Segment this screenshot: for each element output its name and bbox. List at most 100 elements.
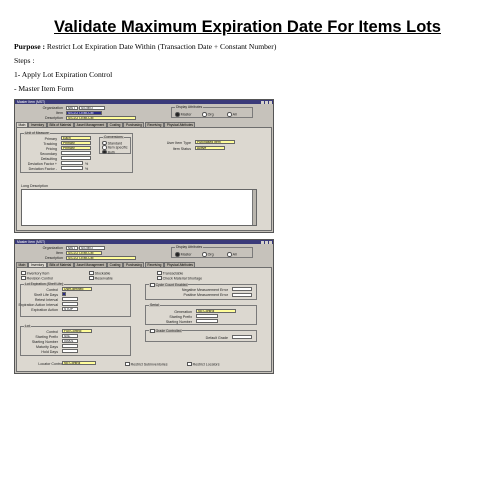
restrict-subinventories-checkbox[interactable]: Restrict Subinventories <box>125 361 168 367</box>
purpose-text: Restrict Lot Expiration Date Within (Tra… <box>46 42 277 51</box>
deviation-plus-field[interactable] <box>61 161 83 165</box>
steps-label: Steps : <box>14 56 35 65</box>
deviation-minus-label: Deviation Factor - <box>28 166 57 171</box>
item-field[interactable]: SS-LOT-Exp-CM <box>66 250 102 255</box>
inventory-item-checkbox[interactable]: Inventory Item <box>21 270 49 276</box>
master-item-screenshot-main: Master Item (MST) Organization MST SS MS… <box>14 99 274 233</box>
user-item-type-field[interactable]: Purchased Item <box>195 140 235 144</box>
item-label: Item <box>56 111 63 115</box>
serial-prefix-field[interactable] <box>196 314 218 318</box>
lot-exp-control-label: Control <box>46 287 58 292</box>
conversions-group: Conversions Standard Item specific Both <box>99 135 131 155</box>
display-org-radio[interactable]: Org <box>202 252 214 257</box>
serial-number-label: Starting Number <box>165 319 192 324</box>
cycle-count-group: Cycle Count Enabled Negative Measurement… <box>145 282 257 300</box>
document-title: Validate Maximum Expiration Date For Ite… <box>54 18 441 36</box>
org-code-field[interactable]: MST <box>66 245 78 250</box>
expiration-action-label: Expiration Action <box>31 307 58 312</box>
lot-control-field[interactable]: Full Control <box>62 329 92 333</box>
display-all-radio[interactable]: All <box>227 252 237 257</box>
uom-pricing-field[interactable]: Primary <box>61 146 91 150</box>
maturity-days-field[interactable] <box>62 344 78 348</box>
display-all-radio[interactable]: All <box>227 112 237 117</box>
org-label: Organization <box>42 246 63 250</box>
step-1-sub: - Master Item Form <box>14 84 74 93</box>
uom-group: Unit of Measure Primary Each Tracking Pr… <box>20 131 133 173</box>
deviation-plus-pct: % <box>85 161 89 166</box>
lot-expiration-group: Lot Expiration (Shelf Life) Control User… <box>18 281 131 317</box>
deviation-plus-label: Deviation Factor + <box>27 161 57 166</box>
org-name-field[interactable]: SS MST <box>79 105 105 110</box>
expiration-action-interval-label: Expiration Action Interval <box>18 302 58 307</box>
master-item-screenshot-inventory: Master Item (MST) Organization MST SS MS… <box>14 239 274 374</box>
maximize-icon[interactable] <box>265 240 268 244</box>
serial-group: Serial Generation No Control Starting Pr… <box>145 302 257 325</box>
serial-title: Serial <box>149 302 160 308</box>
grade-group: Grade Controlled Default Grade <box>145 328 257 342</box>
uom-secondary-field[interactable] <box>61 151 91 155</box>
retest-interval-label: Retest Interval <box>34 297 58 302</box>
uom-defaulting-field[interactable] <box>61 156 91 160</box>
positive-measurement-error-field[interactable] <box>232 292 252 297</box>
display-attributes-title: Display Attributes <box>175 105 204 110</box>
uom-secondary-label: Secondary <box>39 151 57 156</box>
window-title: Master Item (MST) <box>17 100 46 104</box>
item-field[interactable]: SS-LOT-Exp-CM <box>66 110 102 115</box>
serial-generation-field[interactable]: No Control <box>196 309 236 313</box>
locator-control-field[interactable]: No Control <box>62 361 96 365</box>
minimize-icon[interactable] <box>261 100 264 104</box>
maturity-days-label: Maturity Days <box>36 344 58 349</box>
uom-tracking-field[interactable]: Primary <box>61 141 91 145</box>
deviation-minus-pct: % <box>85 166 89 171</box>
close-icon[interactable] <box>269 240 272 244</box>
lot-exp-control-field[interactable]: User-defined <box>62 287 92 291</box>
revision-control-checkbox[interactable]: Revision Control <box>21 275 53 281</box>
lot-prefix-field[interactable]: SSL <box>62 334 78 338</box>
uom-tracking-label: Tracking <box>43 141 57 146</box>
description-field[interactable]: SS-LOT-Exp-CM <box>66 255 136 260</box>
reservable-checkbox[interactable]: Reservable <box>89 275 113 281</box>
description-field[interactable]: SS-LOT-Exp-CM <box>66 115 136 120</box>
long-description-scrollbar[interactable] <box>252 189 256 225</box>
minimize-icon[interactable] <box>261 240 264 244</box>
uom-primary-field[interactable]: Each <box>61 136 91 140</box>
lot-expiration-title: Lot Expiration (Shelf Life) <box>24 281 65 287</box>
uom-defaulting-label: Defaulting <box>40 156 57 161</box>
expiration-action-interval-field[interactable] <box>62 302 78 306</box>
uom-primary-label: Primary <box>44 136 57 141</box>
org-code-field[interactable]: MST <box>66 105 78 110</box>
close-icon[interactable] <box>269 100 272 104</box>
expiration-action-field[interactable]: STOP <box>62 307 78 311</box>
display-master-radio[interactable]: Master <box>175 112 192 117</box>
description-label: Description <box>45 116 63 120</box>
org-name-field[interactable]: SS MST <box>79 245 105 250</box>
retest-interval-field[interactable] <box>62 297 78 301</box>
maximize-icon[interactable] <box>265 100 268 104</box>
purpose-line: Purpose : Restrict Lot Expiration Date W… <box>14 42 276 51</box>
lot-title: Lot <box>24 323 31 329</box>
stockable-checkbox[interactable]: Stockable <box>89 270 110 276</box>
org-label: Organization <box>42 106 63 110</box>
negative-measurement-error-label: Negative Measurement Error <box>181 287 228 292</box>
deviation-minus-field[interactable] <box>61 166 83 170</box>
conversion-both-radio[interactable]: Both <box>102 149 115 155</box>
grade-controlled-title[interactable]: Grade Controlled <box>149 328 183 334</box>
item-status-field[interactable]: Active <box>195 146 225 150</box>
display-master-radio[interactable]: Master <box>175 252 192 257</box>
transactable-checkbox[interactable]: Transactable <box>157 270 183 276</box>
display-org-radio[interactable]: Org <box>202 112 214 117</box>
check-material-shortage-checkbox[interactable]: Check Material Shortage <box>157 275 202 281</box>
hold-days-label: Hold Days <box>41 349 58 354</box>
restrict-locators-checkbox[interactable]: Restrict Locators <box>187 361 220 367</box>
lot-number-field[interactable]: 00001 <box>62 339 78 343</box>
negative-measurement-error-field[interactable] <box>232 287 252 291</box>
lot-group: Lot Control Full Control Starting Prefix… <box>20 323 131 356</box>
user-item-type-label: User Item Type <box>166 140 191 145</box>
shelf-life-days-field[interactable] <box>62 292 66 296</box>
serial-number-field[interactable] <box>196 319 218 323</box>
default-grade-field[interactable] <box>232 335 252 339</box>
description-label: Description <box>45 256 63 260</box>
long-description-textarea[interactable] <box>21 188 257 226</box>
serial-prefix-label: Starting Prefix <box>169 314 192 319</box>
hold-days-field[interactable] <box>62 349 78 353</box>
